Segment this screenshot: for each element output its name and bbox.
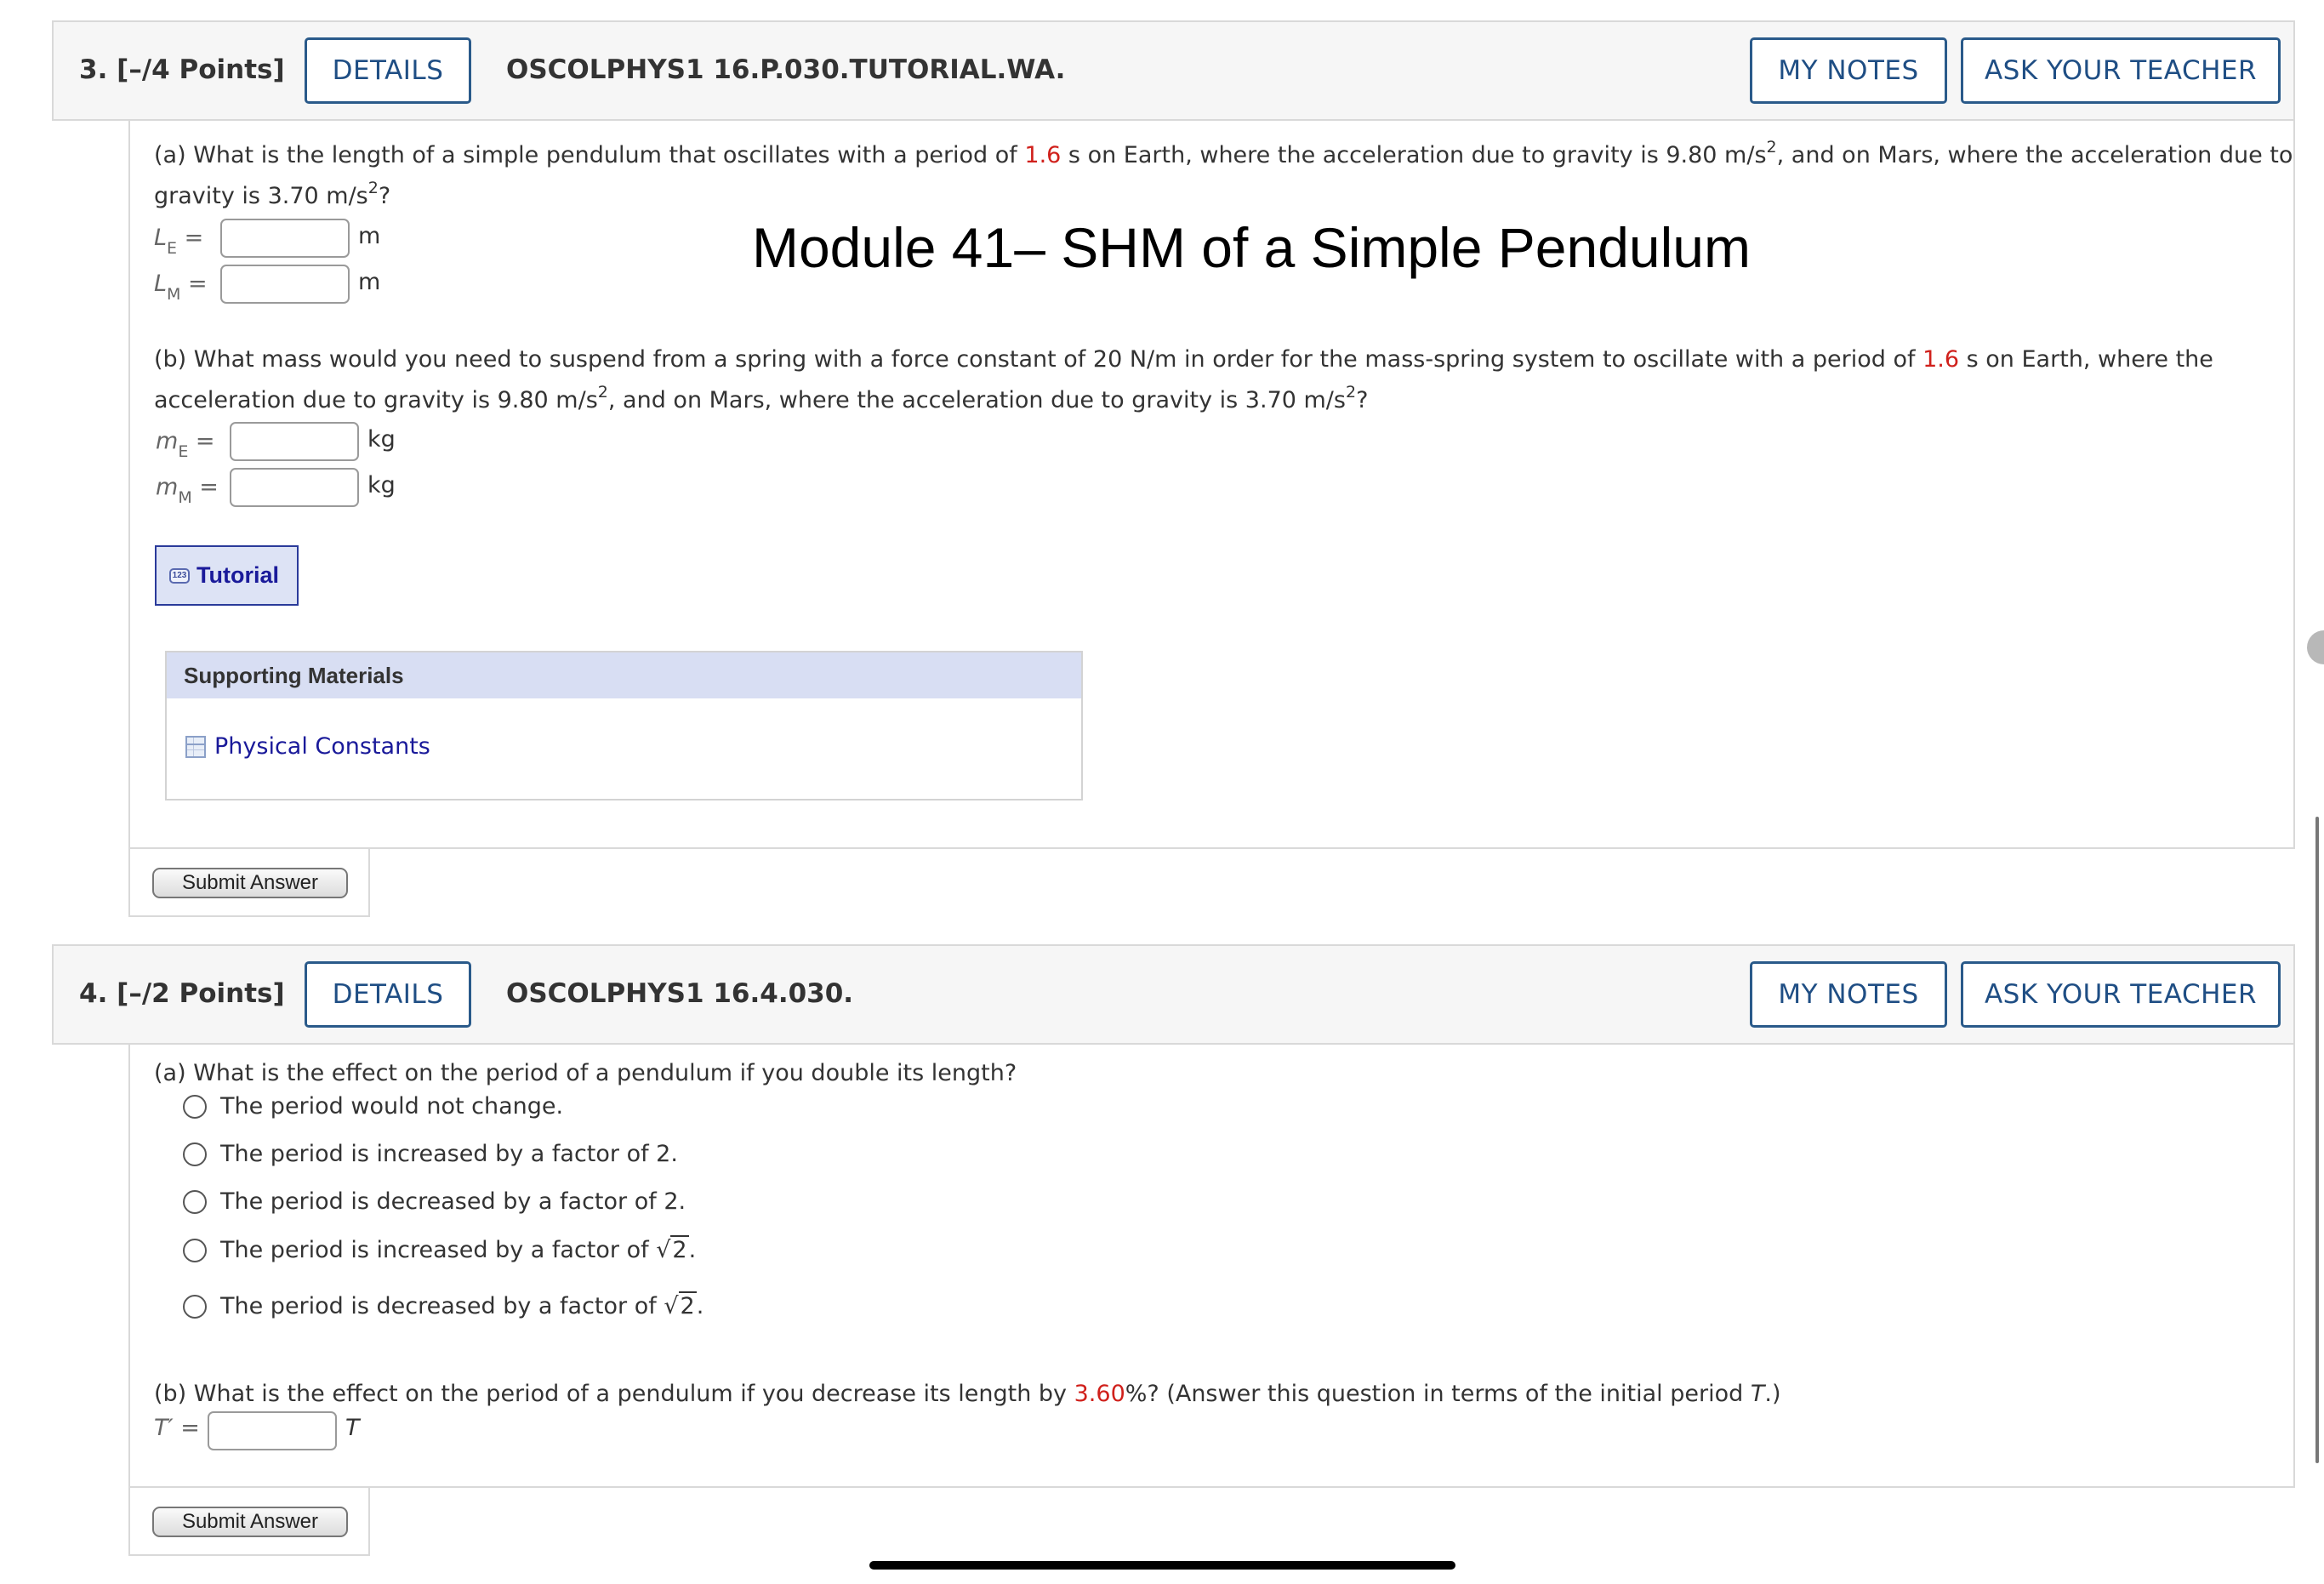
sqrt-symbol: √2 — [656, 1235, 689, 1263]
q3-period-value: 1.6 — [1024, 142, 1062, 168]
q3-b-period-value: 1.6 — [1922, 346, 1960, 373]
radio-option-1[interactable] — [183, 1095, 207, 1119]
q3-submit-answer-button[interactable]: Submit Answer — [152, 868, 348, 898]
scroll-handle[interactable] — [2307, 630, 2324, 664]
option-3-label: The period is decreased by a factor of 2… — [220, 1188, 686, 1215]
q4-submit-container: Submit Answer — [128, 1488, 370, 1556]
radio-option-5[interactable] — [183, 1295, 207, 1319]
q4-my-notes-button[interactable]: MY NOTES — [1750, 961, 1947, 1028]
question-3-header: 3. [–/4 Points] DETAILS OSCOLPHYS1 16.P.… — [52, 20, 2295, 121]
tutorial-label: Tutorial — [197, 562, 279, 588]
question-4-header: 4. [–/2 Points] DETAILS OSCOLPHYS1 16.4.… — [52, 944, 2295, 1045]
tutorial-icon: 123 — [169, 567, 190, 584]
q3-part-a-line-2: gravity is 3.70 m/s2? — [154, 179, 391, 209]
tutorial-button[interactable]: 123 Tutorial — [155, 545, 299, 606]
mm-input[interactable] — [230, 468, 359, 507]
question-3-code: OSCOLPHYS1 16.P.030.TUTORIAL.WA. — [506, 54, 1066, 85]
t-prime-input[interactable] — [208, 1411, 337, 1450]
question-4-number: 4. [–/2 Points] — [79, 978, 285, 1009]
table-icon — [185, 735, 206, 758]
mm-unit: kg — [367, 472, 396, 499]
le-label: LE = — [154, 225, 204, 258]
q4-ask-your-teacher-button[interactable]: ASK YOUR TEACHER — [1961, 961, 2281, 1028]
option-4-label: The period is increased by a factor of √… — [220, 1230, 696, 1271]
radio-option-3[interactable] — [183, 1190, 207, 1214]
sqrt-symbol-2: √2 — [664, 1291, 697, 1319]
q4-details-button[interactable]: DETAILS — [305, 961, 471, 1028]
radio-option-2[interactable] — [183, 1142, 207, 1166]
physical-constants-link[interactable]: Physical Constants — [185, 733, 430, 760]
details-button[interactable]: DETAILS — [305, 37, 471, 104]
q4-part-b-question: (b) What is the effect on the period of … — [154, 1381, 1781, 1407]
lm-input[interactable] — [220, 265, 350, 304]
option-2-label: The period is increased by a factor of 2… — [220, 1141, 678, 1167]
supporting-materials-panel: Supporting Materials Physical Constants — [165, 651, 1083, 801]
me-unit: kg — [367, 426, 396, 453]
q3-submit-container: Submit Answer — [128, 849, 370, 917]
module-title: Module 41– SHM of a Simple Pendulum — [752, 216, 1751, 279]
q4-decrease-value: 3.60 — [1074, 1381, 1125, 1407]
lm-unit: m — [358, 269, 381, 295]
supporting-materials-heading: Supporting Materials — [167, 652, 1081, 698]
le-unit: m — [358, 223, 381, 249]
question-4-code: OSCOLPHYS1 16.4.030. — [506, 978, 854, 1009]
ask-your-teacher-button[interactable]: ASK YOUR TEACHER — [1961, 37, 2281, 104]
t-unit: T — [345, 1415, 360, 1441]
home-indicator[interactable] — [869, 1561, 1455, 1570]
me-label: mE = — [156, 428, 215, 461]
my-notes-button[interactable]: MY NOTES — [1750, 37, 1947, 104]
t-prime-label: T′ = — [154, 1415, 200, 1441]
option-5-label: The period is decreased by a factor of √… — [220, 1286, 703, 1327]
mm-label: mM = — [156, 474, 219, 507]
q3-part-a-line-1: (a) What is the length of a simple pendu… — [154, 138, 2293, 168]
q3-part-b-line-2: acceleration due to gravity is 9.80 m/s2… — [154, 383, 1369, 413]
radio-option-4[interactable] — [183, 1239, 207, 1262]
lm-label: LM = — [154, 271, 208, 304]
scrollbar[interactable] — [2315, 817, 2319, 1463]
question-3-number: 3. [–/4 Points] — [79, 54, 285, 85]
option-1-label: The period would not change. — [220, 1093, 564, 1120]
q4-submit-answer-button[interactable]: Submit Answer — [152, 1507, 348, 1537]
me-input[interactable] — [230, 422, 359, 461]
q3-part-b-line-1: (b) What mass would you need to suspend … — [154, 346, 2213, 373]
le-input[interactable] — [220, 219, 350, 258]
